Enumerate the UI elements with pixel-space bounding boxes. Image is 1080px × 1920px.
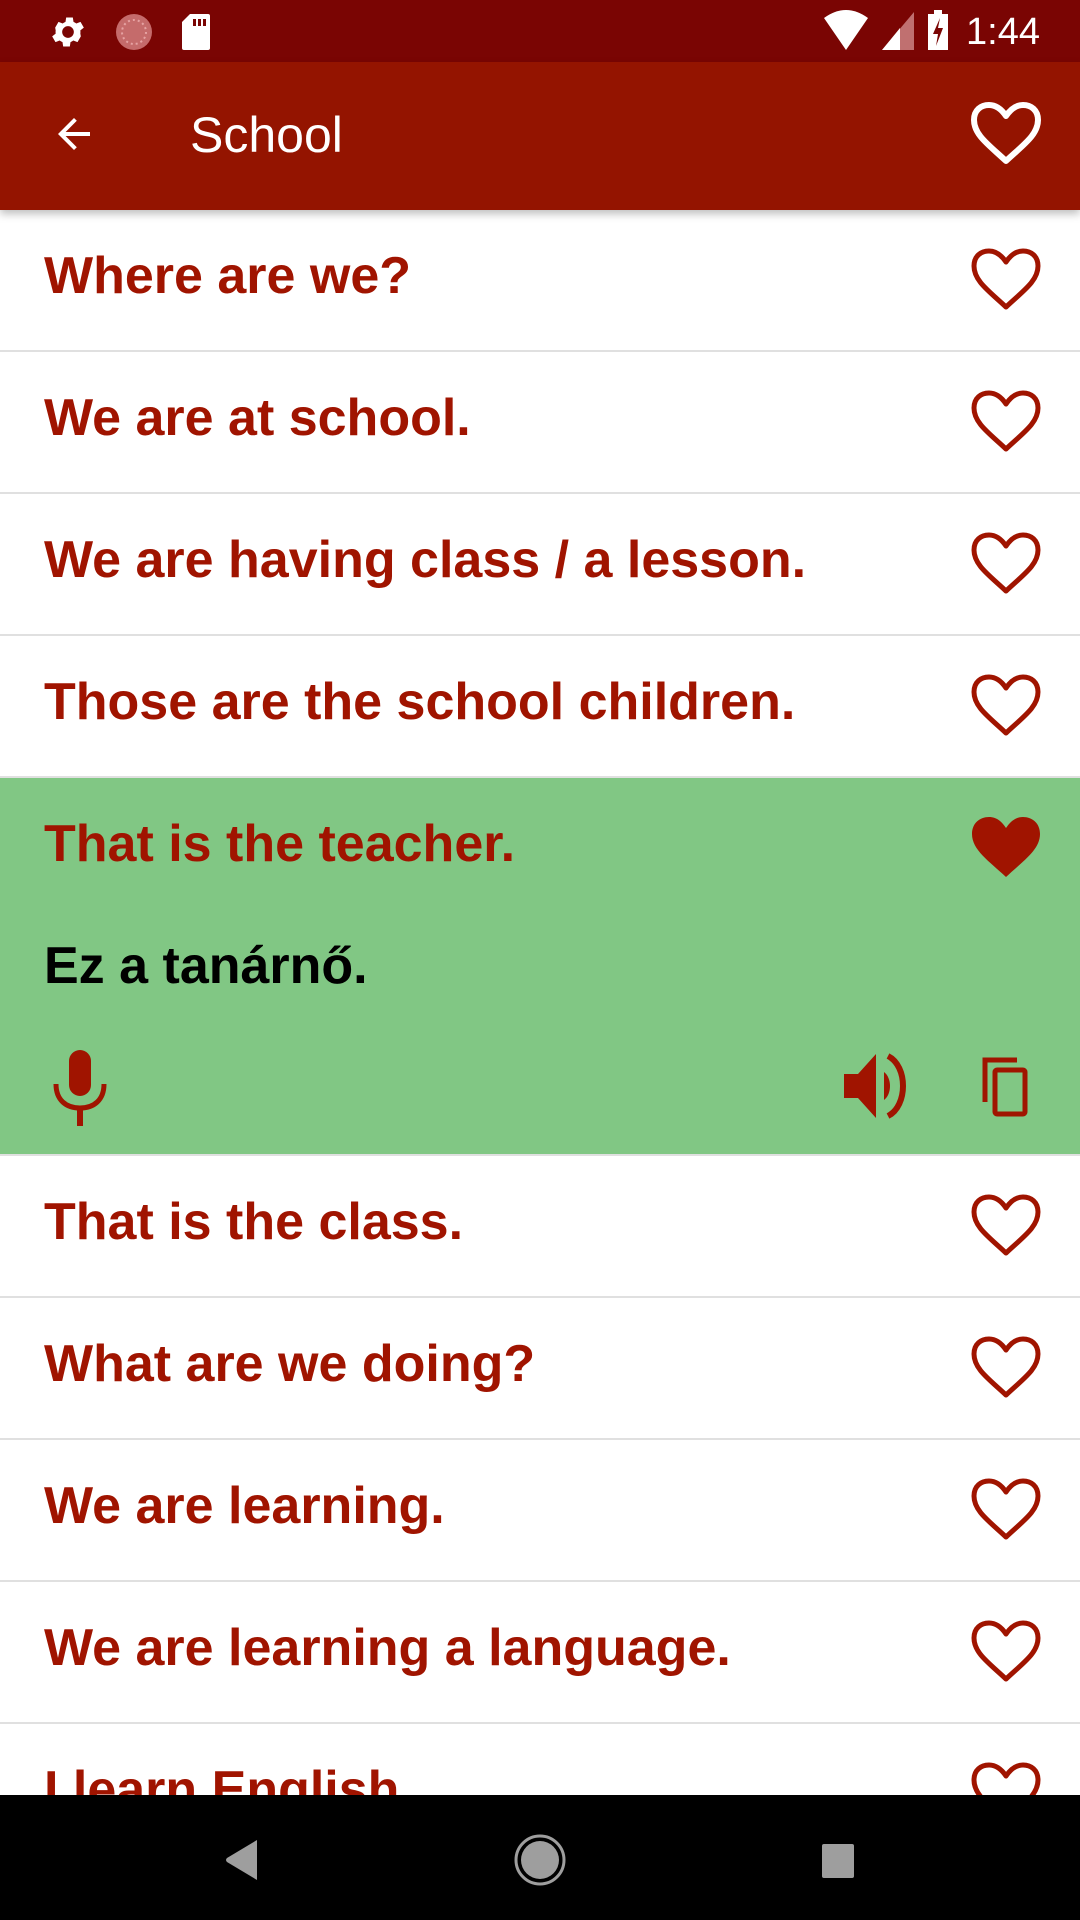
translation-text: Ez a tanárnő. <box>44 937 368 995</box>
heart-filled-icon <box>972 817 1040 877</box>
phrase-text: We are at school. <box>44 389 471 447</box>
sync-progress-icon <box>114 12 154 57</box>
copy-icon <box>982 1057 1028 1117</box>
phrase-row-expanded[interactable]: That is the teacher. Ez a tanárnő. <box>0 778 1080 1156</box>
arrow-back-icon <box>50 110 98 163</box>
phrase-row[interactable]: We are having class / a lesson. <box>0 494 1080 636</box>
phrase-text: Where are we? <box>44 247 412 305</box>
phrase-row[interactable]: We are at school. <box>0 352 1080 494</box>
speaker-icon <box>844 1053 906 1119</box>
phrase-text: That is the class. <box>44 1193 464 1251</box>
page-title: School <box>190 107 343 163</box>
back-button[interactable] <box>40 102 108 170</box>
phrase-list[interactable]: Where are we? We are at school. We are h… <box>0 210 1080 1795</box>
favorite-toggle[interactable] <box>966 1754 1046 1795</box>
nav-home-button[interactable] <box>505 1825 575 1895</box>
favorite-toggle[interactable] <box>966 382 1046 462</box>
nav-recents-button[interactable] <box>803 1825 873 1895</box>
phrase-row[interactable]: I learn English. <box>0 1724 1080 1795</box>
favorite-toggle[interactable] <box>966 1328 1046 1408</box>
phrase-row[interactable]: Where are we? <box>0 210 1080 352</box>
wifi-icon <box>822 8 870 57</box>
favorite-toggle[interactable] <box>966 808 1046 888</box>
battery-charging-icon <box>926 8 950 57</box>
phrase-row[interactable]: We are learning. <box>0 1440 1080 1582</box>
phrase-text: We are learning a language. <box>44 1619 731 1677</box>
heart-outline-icon <box>971 248 1041 310</box>
heart-outline-icon <box>971 1478 1041 1540</box>
play-audio-button[interactable] <box>840 1046 920 1126</box>
home-circle-icon <box>514 1834 566 1886</box>
record-button[interactable] <box>44 1043 116 1133</box>
cell-signal-icon <box>880 8 916 57</box>
phrase-row[interactable]: That is the class. <box>0 1156 1080 1298</box>
heart-outline-icon <box>971 1336 1041 1398</box>
favorite-toggle[interactable] <box>966 1186 1046 1266</box>
heart-outline-icon <box>971 1620 1041 1682</box>
heart-outline-icon <box>971 1194 1041 1256</box>
favorite-toggle[interactable] <box>966 666 1046 746</box>
sd-card-icon <box>180 12 212 57</box>
phrase-text: I learn English. <box>44 1761 414 1795</box>
recents-square-icon <box>822 1844 854 1878</box>
heart-outline-icon <box>971 390 1041 452</box>
phrase-row[interactable]: Those are the school children. <box>0 636 1080 778</box>
phrase-text: We are learning. <box>44 1477 445 1535</box>
favorite-toggle[interactable] <box>966 240 1046 320</box>
microphone-icon <box>53 1050 107 1126</box>
back-triangle-icon <box>226 1840 257 1880</box>
heart-outline-icon <box>971 674 1041 736</box>
phrase-row[interactable]: What are we doing? <box>0 1298 1080 1440</box>
status-time: 1:44 <box>966 11 1040 53</box>
nav-back-button[interactable] <box>208 1825 278 1895</box>
heart-outline-icon <box>971 1762 1041 1795</box>
favorite-toggle[interactable] <box>966 524 1046 604</box>
favorite-toggle[interactable] <box>966 1612 1046 1692</box>
status-bar: 1:44 <box>0 0 1080 62</box>
copy-button[interactable] <box>970 1048 1040 1124</box>
heart-outline-icon <box>971 532 1041 594</box>
phrase-row[interactable]: We are learning a language. <box>0 1582 1080 1724</box>
favorites-button[interactable] <box>966 96 1046 176</box>
favorite-toggle[interactable] <box>966 1470 1046 1550</box>
settings-icon <box>48 12 88 57</box>
phrase-text: Those are the school children. <box>44 673 796 731</box>
phrase-text: We are having class / a lesson. <box>44 531 807 589</box>
heart-outline-icon <box>969 101 1043 172</box>
phrase-text: That is the teacher. <box>44 815 516 873</box>
app-bar: School <box>0 62 1080 210</box>
system-nav-bar <box>0 1795 1080 1920</box>
phrase-text: What are we doing? <box>44 1335 536 1393</box>
